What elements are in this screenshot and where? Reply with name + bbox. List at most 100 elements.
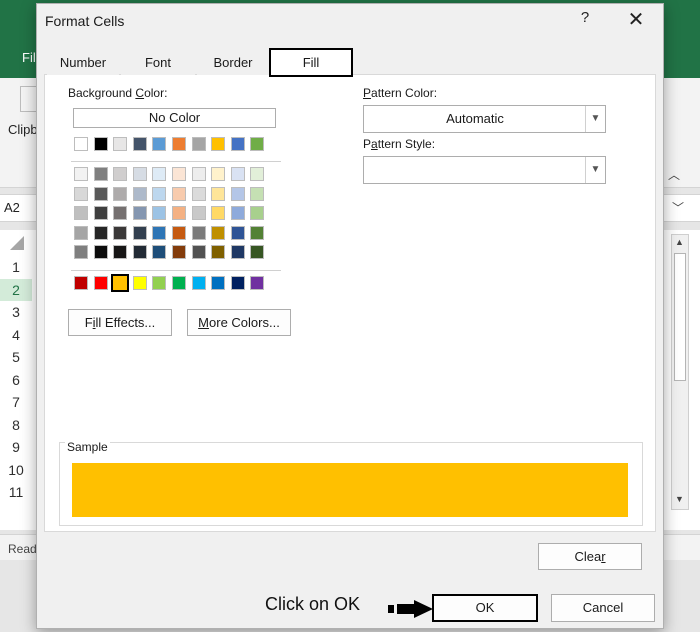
theme-shade-swatch[interactable] [152,245,167,260]
theme-shade-swatch[interactable] [211,245,226,260]
theme-shade-swatch[interactable] [250,186,265,201]
theme-shade-swatch[interactable] [74,186,88,201]
row-header[interactable]: 3 [0,301,32,324]
name-box[interactable]: A2 [4,200,20,215]
theme-shade-swatch[interactable] [250,167,265,181]
clear-button[interactable]: Clear [538,543,642,570]
theme-shade-swatch[interactable] [132,245,147,260]
row-header[interactable]: 11 [0,481,32,504]
tab-number[interactable]: Number [47,50,119,75]
theme-shade-swatch[interactable] [191,186,206,201]
standard-color-swatch[interactable] [152,276,167,290]
standard-color-swatch[interactable] [74,276,88,290]
more-colors-button[interactable]: More Colors... [187,309,291,336]
row-header[interactable]: 8 [0,414,32,437]
theme-shade-swatch[interactable] [74,167,88,181]
row-header[interactable]: 5 [0,346,32,369]
theme-shade-swatch[interactable] [172,206,186,221]
row-header[interactable]: 7 [0,391,32,414]
theme-shade-swatch[interactable] [191,167,206,181]
close-button[interactable]: ✕ [623,8,649,32]
theme-shade-swatch[interactable] [191,245,206,260]
scroll-down-icon[interactable]: ▼ [675,494,684,504]
cancel-button[interactable]: Cancel [551,594,655,622]
theme-shade-swatch[interactable] [113,225,128,240]
theme-shade-swatch[interactable] [74,225,88,240]
theme-color-swatch[interactable] [93,137,108,151]
theme-shade-swatch[interactable] [93,245,108,260]
file-tab[interactable]: Fil [22,50,36,65]
tab-border[interactable]: Border [197,50,269,75]
row-header[interactable]: 2 [0,278,32,301]
standard-color-swatch[interactable] [211,276,226,290]
tab-fill[interactable]: Fill [269,48,353,77]
row-header[interactable]: 9 [0,436,32,459]
theme-color-swatch[interactable] [113,137,128,151]
help-button[interactable]: ? [575,9,595,31]
standard-color-swatch[interactable] [110,273,131,293]
theme-shade-swatch[interactable] [113,245,128,260]
theme-shade-swatch[interactable] [113,167,128,181]
theme-shade-swatch[interactable] [211,225,226,240]
theme-shade-swatch[interactable] [172,186,186,201]
pattern-color-dropdown[interactable]: Automatic ▼ [363,105,606,133]
select-all-corner[interactable] [10,236,24,250]
theme-shade-swatch[interactable] [113,206,128,221]
chevron-down-icon[interactable]: ﹀ [672,199,684,216]
row-header[interactable]: 10 [0,459,32,482]
standard-color-swatch[interactable] [230,276,245,290]
vertical-scrollbar[interactable]: ▲ ▼ [671,234,689,510]
theme-shade-swatch[interactable] [230,167,245,181]
theme-shade-swatch[interactable] [132,186,147,201]
standard-color-swatch[interactable] [132,276,147,290]
ok-button[interactable]: OK [432,594,538,622]
theme-shade-swatch[interactable] [211,186,226,201]
theme-color-swatch[interactable] [172,137,186,151]
theme-shade-swatch[interactable] [74,245,88,260]
standard-color-swatch[interactable] [191,276,206,290]
tab-font[interactable]: Font [121,50,195,75]
theme-shade-swatch[interactable] [132,167,147,181]
theme-shade-swatch[interactable] [74,206,88,221]
fill-effects-button[interactable]: Fill Effects... [68,309,172,336]
standard-color-swatch[interactable] [172,276,186,290]
theme-shade-swatch[interactable] [93,225,108,240]
theme-shade-swatch[interactable] [132,225,147,240]
theme-shade-swatch[interactable] [191,206,206,221]
theme-shade-swatch[interactable] [93,167,108,181]
collapse-ribbon-icon[interactable]: ︿ [668,166,680,183]
theme-color-swatch[interactable] [74,137,88,151]
scroll-thumb[interactable] [674,253,686,381]
theme-shade-swatch[interactable] [230,225,245,240]
theme-shade-swatch[interactable] [152,206,167,221]
theme-color-swatch[interactable] [230,137,245,151]
row-header[interactable]: 1 [0,256,32,279]
theme-shade-swatch[interactable] [113,186,128,201]
pattern-style-dropdown[interactable]: ▼ [363,156,606,184]
theme-shade-swatch[interactable] [250,245,265,260]
theme-shade-swatch[interactable] [152,225,167,240]
theme-shade-swatch[interactable] [230,245,245,260]
row-header[interactable]: 6 [0,369,32,392]
theme-shade-swatch[interactable] [172,167,186,181]
theme-shade-swatch[interactable] [250,225,265,240]
theme-shade-swatch[interactable] [230,206,245,221]
chevron-down-icon[interactable]: ▼ [585,157,605,183]
row-header[interactable]: 4 [0,324,32,347]
theme-color-swatch[interactable] [250,137,265,151]
theme-shade-swatch[interactable] [93,186,108,201]
theme-shade-swatch[interactable] [172,225,186,240]
theme-shade-swatch[interactable] [191,225,206,240]
theme-shade-swatch[interactable] [211,206,226,221]
theme-color-swatch[interactable] [152,137,167,151]
theme-shade-swatch[interactable] [152,167,167,181]
theme-shade-swatch[interactable] [172,245,186,260]
chevron-down-icon[interactable]: ▼ [585,106,605,132]
no-color-button[interactable]: No Color [73,108,276,128]
theme-shade-swatch[interactable] [250,206,265,221]
theme-shade-swatch[interactable] [211,167,226,181]
theme-shade-swatch[interactable] [230,186,245,201]
standard-color-swatch[interactable] [250,276,265,290]
theme-color-swatch[interactable] [132,137,147,151]
standard-color-swatch[interactable] [93,276,108,290]
